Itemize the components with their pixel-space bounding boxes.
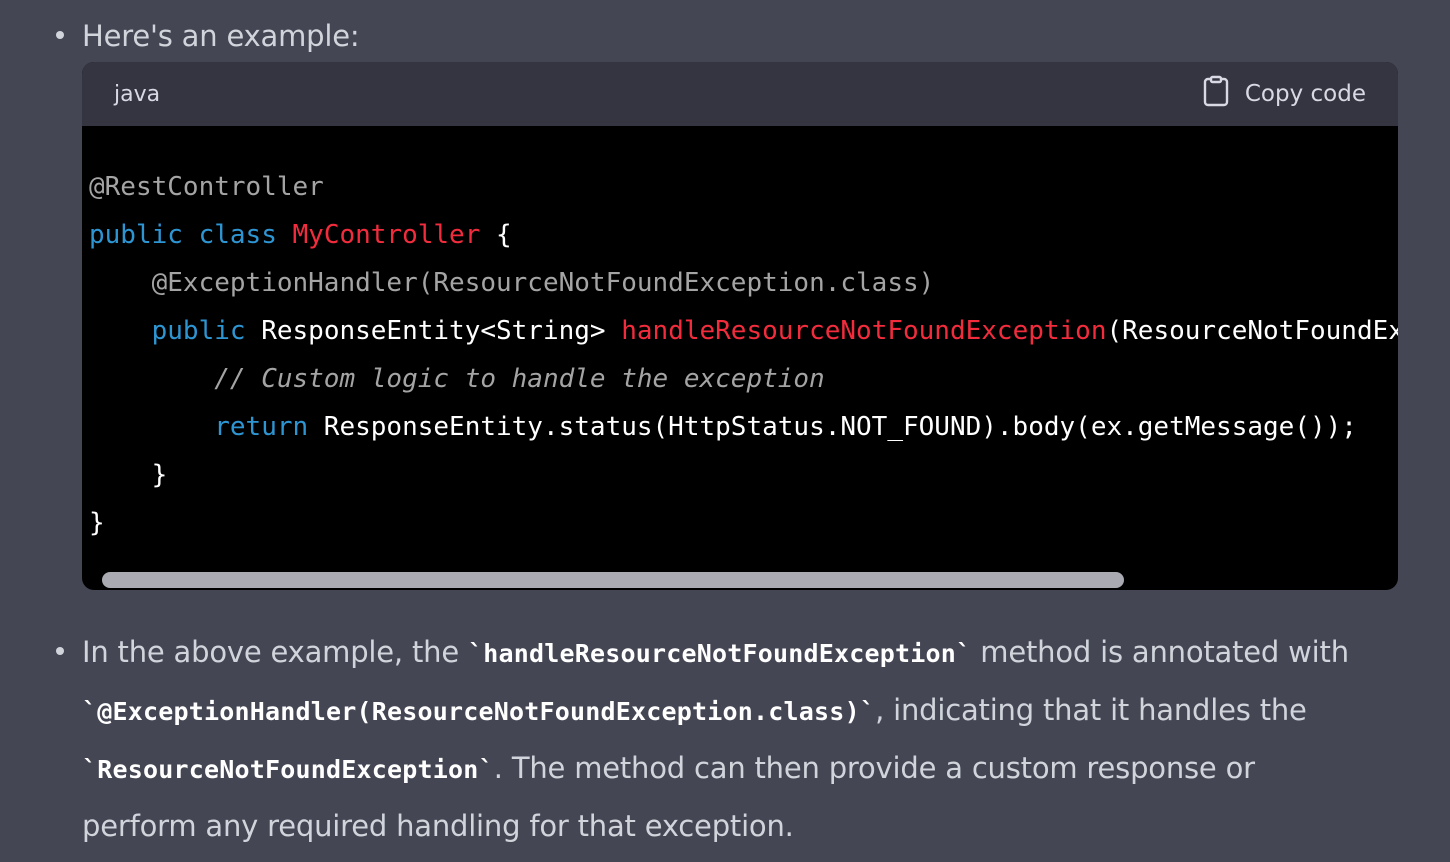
explanation-text: . The method can then provide a custom r…	[493, 751, 1255, 785]
code-block: java Copy code @RestController public cl…	[82, 62, 1398, 590]
code-keyword: public	[151, 316, 246, 346]
bullet-dot	[56, 31, 64, 39]
inline-code: `ResourceNotFoundException`	[82, 755, 494, 784]
explanation-line-4: perform any required handling for that e…	[82, 809, 794, 843]
code-text: {	[480, 220, 512, 250]
copy-code-button[interactable]: Copy code	[1203, 75, 1366, 113]
code-body[interactable]: @RestController public class MyControlle…	[82, 126, 1398, 590]
bullet-dot	[56, 647, 64, 655]
intro-text: Here's an example:	[82, 19, 360, 53]
code-function-name: handleResourceNotFoundException	[621, 316, 1107, 346]
code-class-name: MyController	[292, 220, 481, 250]
code-keyword: public	[89, 220, 183, 250]
code-comment: // Custom logic to handle the exception	[214, 364, 825, 394]
bullet-item-intro: Here's an example:	[56, 8, 1380, 64]
code-block-header: java Copy code	[82, 62, 1398, 126]
horizontal-scrollbar[interactable]	[82, 570, 1398, 590]
inline-code: `@ExceptionHandler(ResourceNotFoundExcep…	[82, 697, 876, 726]
explanation-line-3: `ResourceNotFoundException`. The method …	[82, 740, 1380, 798]
horizontal-scrollbar-thumb[interactable]	[102, 572, 1124, 588]
code-text: ResponseEntity.status(HttpStatus.NOT_FOU…	[308, 412, 1357, 442]
explanation-text: method is annotated with	[971, 635, 1349, 669]
code-text: ResponseEntity<String>	[245, 316, 622, 346]
code-text: }	[89, 508, 105, 538]
code-keyword: return	[214, 412, 309, 442]
explanation-text: , indicating that it handles the	[875, 693, 1307, 727]
code-keyword: class	[198, 220, 277, 250]
bullet-item-explanation: In the above example, the `handleResourc…	[56, 624, 1380, 854]
code-text: (ResourceNotFoundException ex) {	[1106, 316, 1399, 346]
code-annotation: @ExceptionHandler(ResourceNotFoundExcept…	[151, 268, 935, 298]
code-language-label: java	[114, 81, 161, 107]
code-content[interactable]: @RestController public class MyControlle…	[82, 126, 1398, 547]
explanation-line-2: `@ExceptionHandler(ResourceNotFoundExcep…	[82, 682, 1380, 740]
copy-code-label: Copy code	[1244, 81, 1366, 107]
clipboard-icon	[1203, 75, 1229, 113]
explanation-line-1: In the above example, the `handleResourc…	[82, 624, 1380, 682]
explanation-text: In the above example, the	[82, 635, 468, 669]
code-annotation: @RestController	[89, 172, 324, 202]
inline-code: `handleResourceNotFoundException`	[467, 639, 972, 668]
code-text: }	[89, 460, 168, 490]
